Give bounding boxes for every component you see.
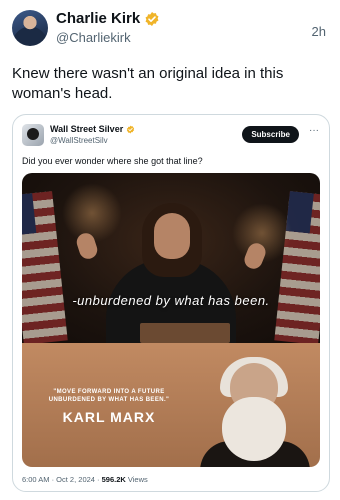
post-time[interactable]: 2h xyxy=(312,24,326,39)
author-avatar[interactable] xyxy=(12,10,48,46)
quoted-author-avatar[interactable] xyxy=(22,124,44,146)
quoted-verified-badge-icon xyxy=(127,125,135,133)
quoted-post-text: Did you ever wonder where she got that l… xyxy=(22,156,203,166)
quote-card: "MOVE FORWARD INTO A FUTURE UNBURDENED B… xyxy=(22,343,320,467)
quote-line-1: "MOVE FORWARD INTO A FUTURE xyxy=(53,389,165,395)
speech-photo: -unburdened by what has been. xyxy=(22,173,320,343)
quote-line-2: UNBURDENED BY WHAT HAS BEEN." xyxy=(48,397,170,403)
subscribe-button[interactable]: Subscribe xyxy=(242,126,299,143)
post-meta: 6:00 AM · Oct 2, 2024 · 596.2K Views xyxy=(22,475,148,484)
speaker-face xyxy=(154,213,190,259)
quoted-author-name[interactable]: Wall Street Silver xyxy=(50,124,123,134)
quoted-author-name-row: Wall Street Silver xyxy=(50,124,135,134)
author-handle[interactable]: @Charliekirk xyxy=(56,30,131,45)
portrait-image xyxy=(200,353,310,467)
flag-left xyxy=(22,191,68,343)
quoted-post[interactable]: Wall Street Silver @WallStreetSilv Subsc… xyxy=(12,114,330,492)
author-name-row: Charlie Kirk xyxy=(56,10,160,27)
views-label: Views xyxy=(125,475,148,484)
author-name[interactable]: Charlie Kirk xyxy=(56,10,140,27)
quoted-media-image[interactable]: -unburdened by what has been. "MOVE FORW… xyxy=(22,173,320,467)
overlay-caption: -unburdened by what has been. xyxy=(72,293,270,308)
portrait-beard xyxy=(222,397,286,461)
quoted-author-handle[interactable]: @WallStreetSilv xyxy=(50,136,108,145)
post-text: Knew there wasn't an original idea in th… xyxy=(12,65,284,102)
post-timestamp[interactable]: 6:00 AM · Oct 2, 2024 · xyxy=(22,475,102,484)
verified-badge-icon xyxy=(145,11,159,26)
views-count: 596.2K xyxy=(101,475,126,484)
podium xyxy=(140,323,230,343)
more-options-icon[interactable]: ··· xyxy=(309,126,319,136)
quote-author: KARL MARX xyxy=(62,409,156,425)
post[interactable]: Charlie Kirk @Charliekirk 2h Knew there … xyxy=(0,0,340,500)
stage-light xyxy=(62,183,122,243)
